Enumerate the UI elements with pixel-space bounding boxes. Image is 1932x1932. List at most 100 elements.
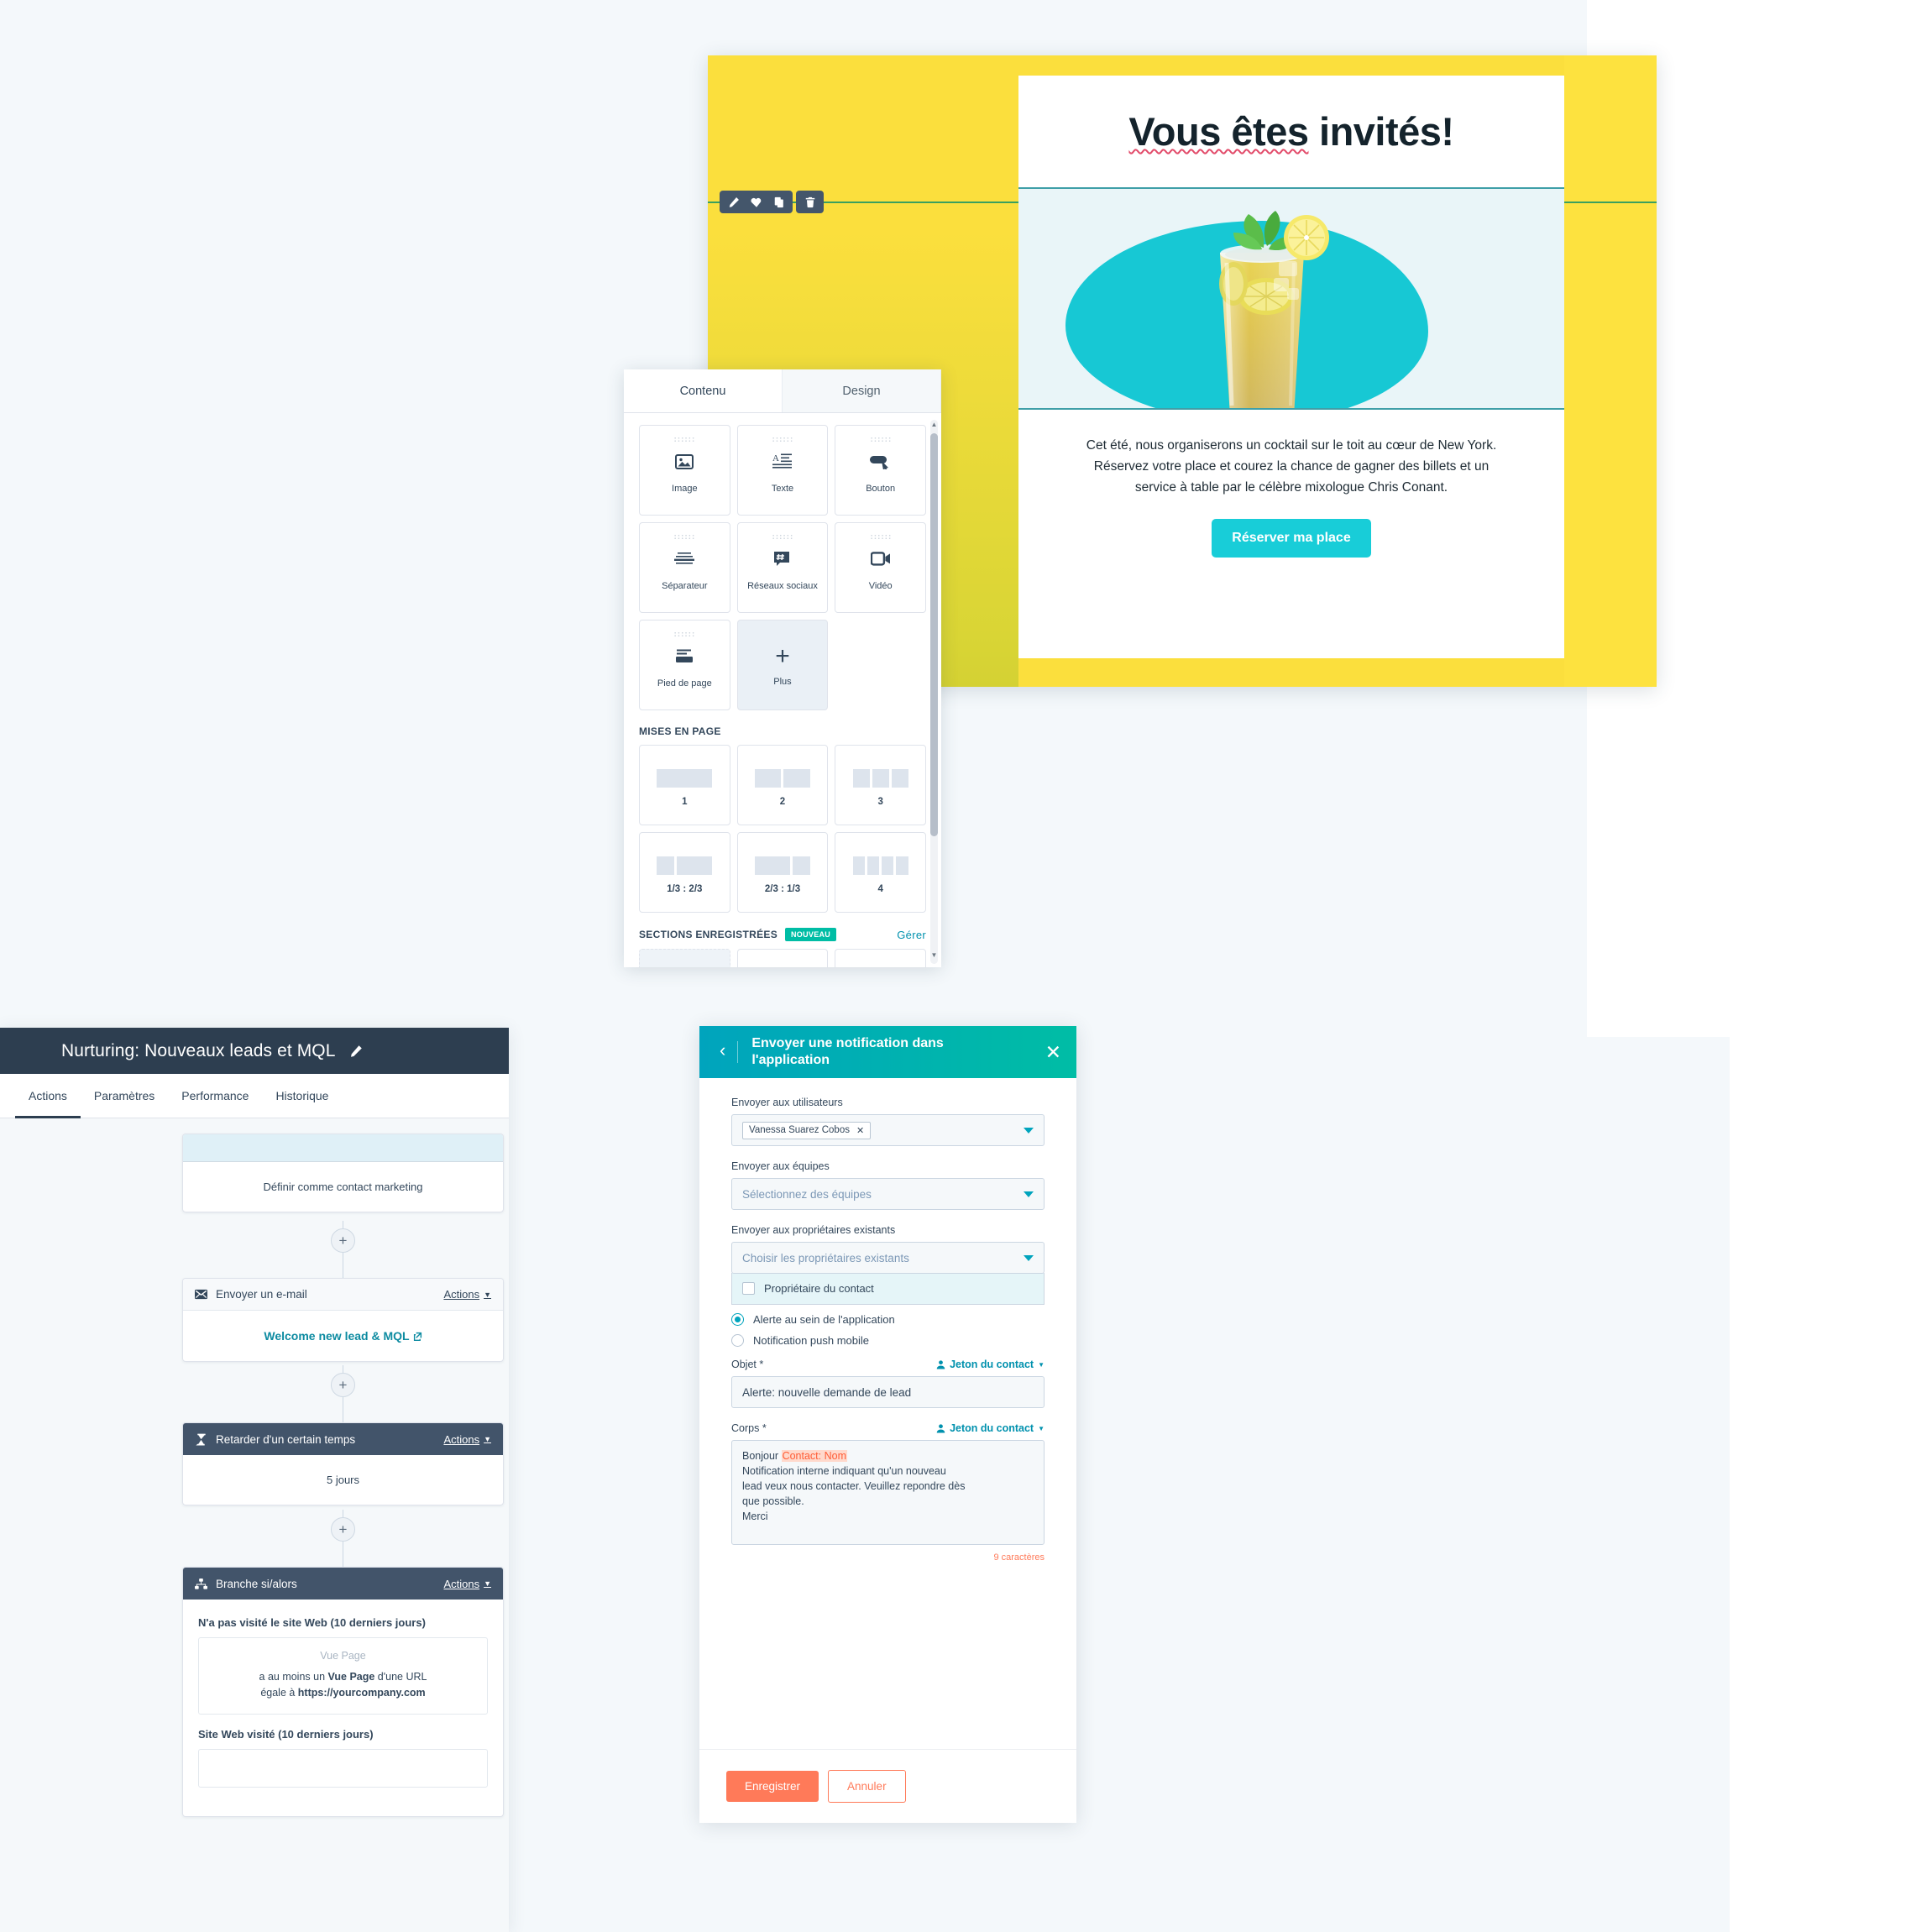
node-header — [183, 1134, 503, 1162]
body-text-line-4: Merci — [742, 1510, 768, 1522]
workflow-node-if-then-branch[interactable]: Branche si/alors Actions ▼ N'a pas visit… — [182, 1567, 504, 1817]
layout-preview — [754, 856, 810, 875]
scroll-down-arrow-icon[interactable]: ▼ — [930, 950, 938, 961]
edit-module-button[interactable] — [722, 191, 745, 213]
save-button[interactable]: Enregistrer — [726, 1771, 819, 1802]
scroll-up-arrow-icon[interactable]: ▲ — [930, 420, 938, 430]
email-paragraph: Cet été, nous organiserons un cocktail s… — [1057, 435, 1526, 498]
email-image-module[interactable] — [1018, 189, 1564, 410]
tab-contenu[interactable]: Contenu — [624, 369, 783, 412]
branch-condition-label-1: N'a pas visité le site Web (10 derniers … — [198, 1616, 426, 1629]
edit-workflow-name-button[interactable] — [349, 1045, 363, 1058]
layout-tile-4[interactable]: 4 — [835, 832, 926, 913]
module-tile-separateur[interactable]: Séparateur — [639, 522, 730, 613]
users-select[interactable]: Vanessa Suarez Cobos ✕ — [731, 1114, 1045, 1146]
body-text-line-3: que possible. — [742, 1495, 804, 1507]
layout-tile-2-3-1-3[interactable]: 2/3 : 1/3 — [736, 832, 829, 913]
radio-option-push[interactable]: Notification push mobile — [731, 1334, 1045, 1347]
cancel-button[interactable]: Annuler — [828, 1770, 906, 1803]
subject-label-row: Objet * Jeton du contact ▼ — [731, 1359, 1045, 1370]
node-body: Définir comme contact marketing — [263, 1181, 423, 1193]
social-icon — [773, 545, 792, 573]
module-tile-pied-de-page[interactable]: Pied de page — [639, 620, 730, 710]
layout-tile-3[interactable]: 3 — [835, 745, 926, 825]
chevron-down-icon: ▼ — [1038, 1360, 1045, 1369]
add-action-button[interactable]: + — [331, 1228, 355, 1253]
tab-actions[interactable]: Actions — [15, 1074, 81, 1118]
add-action-button[interactable]: + — [331, 1517, 355, 1542]
divider-icon — [674, 545, 695, 573]
module-tile-label: Texte — [771, 483, 794, 494]
module-tile-plus[interactable]: + Plus — [736, 620, 829, 710]
teams-select[interactable]: Sélectionnez des équipes — [731, 1178, 1045, 1210]
owners-select[interactable]: Choisir les propriétaires existants — [731, 1242, 1045, 1274]
workflow-application: Nurturing: Nouveaux leads et MQL Actions… — [0, 1028, 509, 1932]
layout-preview — [852, 856, 908, 875]
email-canvas-right-background — [1564, 55, 1657, 687]
layout-tile-1[interactable]: 1 — [639, 745, 730, 825]
module-tile-reseaux-sociaux[interactable]: Réseaux sociaux — [736, 522, 829, 613]
content-panel-scrollbar-thumb[interactable] — [930, 433, 938, 836]
saved-section-tile-empty[interactable] — [639, 949, 730, 967]
node-actions-label: Actions — [443, 1577, 480, 1590]
manage-sections-link[interactable]: Gérer — [897, 929, 926, 941]
nouveau-badge: NOUVEAU — [785, 928, 837, 941]
module-tile-texte[interactable]: A Texte — [736, 425, 829, 516]
body-contact-token-link[interactable]: Jeton du contact ▼ — [936, 1422, 1045, 1434]
email-asset-link[interactable]: Welcome new lead & MQL — [264, 1329, 421, 1343]
module-tile-label: Bouton — [866, 483, 896, 494]
chevron-down-icon: ▼ — [484, 1579, 491, 1588]
radio-app-alert[interactable] — [731, 1313, 744, 1326]
subject-input[interactable] — [731, 1376, 1045, 1408]
node-actions-menu[interactable]: Actions ▼ — [443, 1433, 491, 1446]
remove-user-chip-icon[interactable]: ✕ — [856, 1125, 864, 1136]
owner-option-row[interactable]: Propriétaire du contact — [731, 1273, 1045, 1305]
node-actions-menu[interactable]: Actions ▼ — [443, 1288, 491, 1301]
module-tile-video[interactable]: Vidéo — [835, 522, 926, 613]
radio-option-app-alert[interactable]: Alerte au sein de l'application — [731, 1313, 1045, 1326]
close-panel-button[interactable]: ✕ — [1045, 1042, 1061, 1062]
module-toolbar-delete-group — [796, 191, 824, 213]
layout-tile-label: 1/3 : 2/3 — [667, 883, 703, 894]
tab-parametres[interactable]: Paramètres — [81, 1074, 168, 1118]
layout-tile-1-3-2-3[interactable]: 1/3 : 2/3 — [639, 832, 730, 913]
workflow-canvas: Définir comme contact marketing + Envoye… — [0, 1118, 509, 1932]
module-tile-image[interactable]: Image — [639, 425, 730, 516]
drag-grip-icon — [869, 534, 892, 540]
pencil-icon — [350, 1045, 362, 1057]
subject-contact-token-link[interactable]: Jeton du contact ▼ — [936, 1359, 1045, 1370]
condition-text-b: Vue Page — [327, 1671, 375, 1683]
radio-mobile-push[interactable] — [731, 1334, 744, 1347]
email-text-module[interactable]: Cet été, nous organiserons un cocktail s… — [1018, 410, 1564, 558]
workflow-node-send-email[interactable]: Envoyer un e-mail Actions ▼ Welcome new … — [182, 1278, 504, 1362]
user-chip[interactable]: Vanessa Suarez Cobos ✕ — [742, 1121, 872, 1139]
saved-section-tile[interactable] — [736, 949, 829, 967]
node-actions-menu[interactable]: Actions ▼ — [443, 1578, 491, 1590]
contact-name-token: Contact: Nom — [781, 1450, 847, 1462]
favorite-module-button[interactable] — [745, 191, 767, 213]
module-selection-line-right — [1564, 202, 1657, 203]
workflow-node-set-marketing-contact[interactable]: Définir comme contact marketing — [182, 1134, 504, 1212]
saved-section-tile[interactable] — [835, 949, 926, 967]
chevron-down-icon — [1024, 1191, 1034, 1197]
email-body-line-3: service à table par le célèbre mixologue… — [1134, 480, 1448, 495]
duplicate-module-button[interactable] — [767, 191, 790, 213]
tab-performance[interactable]: Performance — [168, 1074, 262, 1118]
module-tile-label: Séparateur — [662, 580, 708, 591]
email-headline-part-a: Vous êtes — [1128, 109, 1309, 154]
tab-design[interactable]: Design — [783, 369, 941, 412]
add-action-button[interactable]: + — [331, 1373, 355, 1397]
body-token-link-label: Jeton du contact — [950, 1422, 1034, 1434]
body-textarea[interactable]: Bonjour Contact: Nom Notification intern… — [731, 1440, 1045, 1545]
reserve-place-button[interactable]: Réserver ma place — [1212, 519, 1371, 558]
tab-historique[interactable]: Historique — [262, 1074, 342, 1118]
workflow-node-delay[interactable]: Retarder d'un certain temps Actions ▼ 5 … — [182, 1422, 504, 1505]
layout-tile-2[interactable]: 2 — [736, 745, 829, 825]
copy-icon — [774, 196, 783, 207]
drag-grip-icon — [869, 437, 892, 442]
back-button[interactable]: ‹ — [715, 1041, 739, 1063]
owner-checkbox[interactable] — [742, 1282, 755, 1295]
node-title: Envoyer un e-mail — [216, 1288, 307, 1301]
delete-module-button[interactable] — [798, 191, 821, 213]
module-tile-bouton[interactable]: Bouton — [835, 425, 926, 516]
